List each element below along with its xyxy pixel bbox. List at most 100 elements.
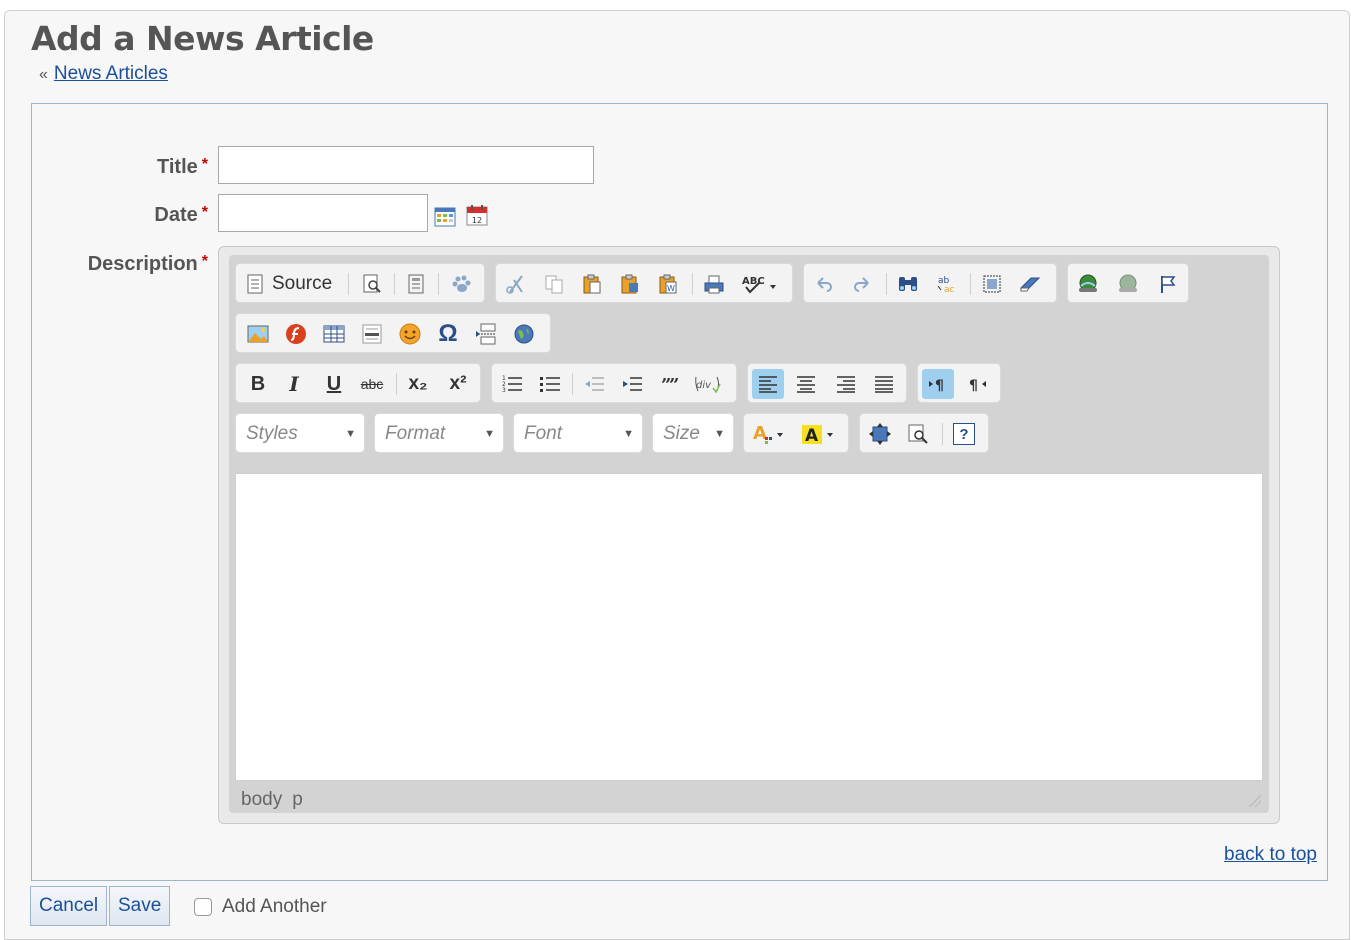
smiley-icon [399, 323, 421, 345]
styles-dropdown[interactable]: Styles ▼ [235, 413, 365, 453]
blockquote-button[interactable]: ”” [654, 369, 686, 399]
ltr-button[interactable]: ¶ [922, 369, 954, 399]
required-marker: * [201, 156, 208, 173]
horizontal-rule-button[interactable] [356, 319, 388, 349]
size-dropdown[interactable]: Size ▼ [652, 413, 734, 453]
underline-button[interactable]: U [318, 369, 350, 399]
select-all-button[interactable] [976, 269, 1008, 299]
image-button[interactable] [242, 319, 274, 349]
resize-handle[interactable] [1247, 793, 1261, 807]
align-left-button[interactable] [752, 369, 784, 399]
cut-button[interactable] [500, 269, 532, 299]
svg-text:A: A [753, 423, 767, 444]
remove-format-button[interactable] [1014, 269, 1046, 299]
italic-button[interactable]: I [278, 369, 310, 399]
description-label: Description * [88, 253, 208, 276]
special-char-button[interactable]: Ω [432, 319, 464, 349]
editor-content-area[interactable] [235, 473, 1263, 781]
text-color-button[interactable]: A [748, 419, 794, 449]
svg-text:”: ” [669, 375, 679, 394]
align-center-button[interactable] [790, 369, 822, 399]
table-button[interactable] [318, 319, 350, 349]
align-right-button[interactable] [830, 369, 862, 399]
find-button[interactable] [892, 269, 924, 299]
create-div-button[interactable]: div [692, 369, 724, 399]
paste-word-button[interactable]: W [652, 269, 684, 299]
numbered-list-button[interactable]: 123 [496, 369, 528, 399]
outdent-icon [585, 377, 604, 391]
print-button[interactable] [698, 269, 730, 299]
paste-icon [583, 274, 601, 294]
chevron-down-icon: ▼ [623, 428, 634, 440]
date-input[interactable] [218, 194, 428, 232]
spellcheck-icon: ABC [742, 276, 776, 294]
justify-button[interactable] [868, 369, 900, 399]
toolbar-separator [970, 273, 971, 295]
subscript-button[interactable]: x₂ [402, 369, 434, 399]
chevron-down-icon: ▼ [345, 428, 356, 440]
show-blocks-button[interactable] [902, 419, 934, 449]
indent-button[interactable] [616, 369, 648, 399]
help-button[interactable]: ? [948, 419, 980, 449]
create-div-icon: div [695, 376, 721, 394]
copy-button[interactable] [538, 269, 570, 299]
flash-icon [286, 324, 306, 344]
background-color-button[interactable]: A [798, 419, 844, 449]
back-to-top-link[interactable]: back to top [1224, 844, 1317, 866]
flash-button[interactable] [280, 319, 312, 349]
link-button[interactable] [1072, 269, 1104, 299]
italic-icon: I [289, 372, 299, 396]
maximize-button[interactable] [864, 419, 896, 449]
add-another-checkbox[interactable] [194, 898, 212, 916]
anchor-button[interactable] [1152, 269, 1184, 299]
font-dropdown[interactable]: Font ▼ [513, 413, 643, 453]
templates-button[interactable] [400, 269, 432, 299]
svg-text:12: 12 [472, 216, 482, 225]
format-dropdown[interactable]: Format ▼ [374, 413, 504, 453]
paste-text-button[interactable] [614, 269, 646, 299]
paste-button[interactable] [576, 269, 608, 299]
spellcheck-button[interactable]: ABC [736, 269, 784, 299]
strikethrough-button[interactable]: abc [356, 369, 388, 399]
redo-icon [854, 277, 869, 292]
superscript-button[interactable]: x² [442, 369, 474, 399]
toolbar-separator [348, 273, 349, 295]
bold-button[interactable]: B [242, 369, 274, 399]
undo-button[interactable] [808, 269, 840, 299]
unlink-button[interactable] [1112, 269, 1144, 299]
outdent-button[interactable] [578, 369, 610, 399]
bulleted-list-button[interactable] [534, 369, 566, 399]
cancel-button[interactable]: Cancel [30, 886, 108, 926]
size-dropdown-label: Size [663, 423, 700, 444]
source-button[interactable]: Source [242, 269, 338, 299]
save-button[interactable]: Save [109, 886, 171, 926]
smiley-button[interactable] [394, 319, 426, 349]
subscript-icon: x₂ [408, 373, 428, 394]
maximize-icon [869, 423, 891, 445]
rtl-button[interactable]: ¶ [962, 369, 994, 399]
toolbar-group-colors: A A [743, 413, 849, 453]
superscript-icon: x² [449, 373, 467, 394]
iframe-button[interactable] [508, 319, 540, 349]
replace-button[interactable]: ab ac [930, 269, 962, 299]
horizontal-rule-icon [362, 324, 382, 344]
date-picker-icon[interactable] [434, 206, 456, 228]
toolbar-separator [692, 273, 693, 295]
templates-icon [408, 274, 424, 294]
svg-text:W: W [667, 284, 675, 293]
eraser-icon [1019, 277, 1041, 292]
breadcrumb-news-articles-link[interactable]: News Articles [54, 63, 168, 84]
undo-icon [817, 277, 832, 292]
preview-button[interactable] [356, 269, 388, 299]
format-dropdown-label: Format [385, 423, 446, 444]
redo-button[interactable] [846, 269, 878, 299]
title-input[interactable] [218, 146, 594, 184]
styles-dropdown-label: Styles [246, 423, 298, 444]
elements-path-p[interactable]: p [292, 789, 303, 810]
elements-path-body[interactable]: body [241, 789, 282, 810]
paw-button[interactable] [446, 269, 478, 299]
calendar-icon[interactable]: 12 [466, 204, 488, 226]
page-break-button[interactable] [470, 319, 502, 349]
date-label-text: Date [154, 204, 198, 226]
add-another-option[interactable]: Add Another [194, 896, 327, 918]
